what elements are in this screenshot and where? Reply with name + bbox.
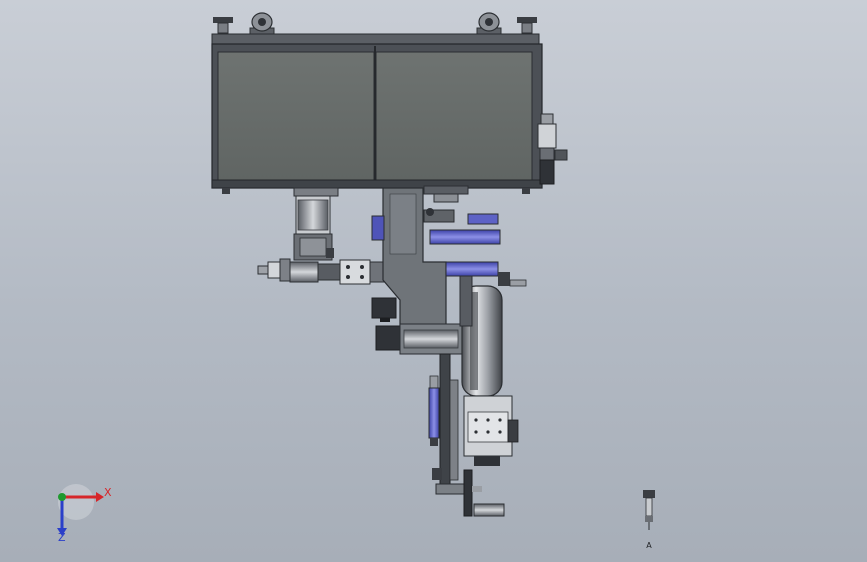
y-axis-dot [58, 493, 66, 501]
dark-motor-lower[interactable] [375, 323, 463, 355]
lower-slide-block[interactable] [463, 395, 519, 466]
dark-motor-upper[interactable] [371, 297, 397, 322]
x-axis-label: X [104, 486, 112, 499]
grinding-wheel[interactable] [459, 275, 503, 397]
z-axis-label: Z [58, 531, 66, 544]
main-cabinet[interactable] [211, 33, 543, 194]
axis-triad: X Z [57, 484, 112, 544]
x-axis-arrowhead [96, 492, 104, 502]
side-valve-assembly [537, 113, 568, 185]
small-part-detail[interactable] [643, 490, 655, 530]
vertical-rail [439, 353, 459, 495]
cad-viewport[interactable]: A X Z [0, 0, 867, 562]
left-motor-stack[interactable] [293, 195, 334, 261]
left-spindle[interactable] [257, 258, 393, 285]
blue-cylinder-lower[interactable] [445, 261, 527, 287]
part-label: A [646, 541, 652, 550]
blue-cylinder-upper[interactable] [423, 208, 501, 245]
cad-drawing[interactable]: A X Z [0, 0, 867, 562]
blue-cylinder-vertical[interactable] [428, 375, 440, 446]
